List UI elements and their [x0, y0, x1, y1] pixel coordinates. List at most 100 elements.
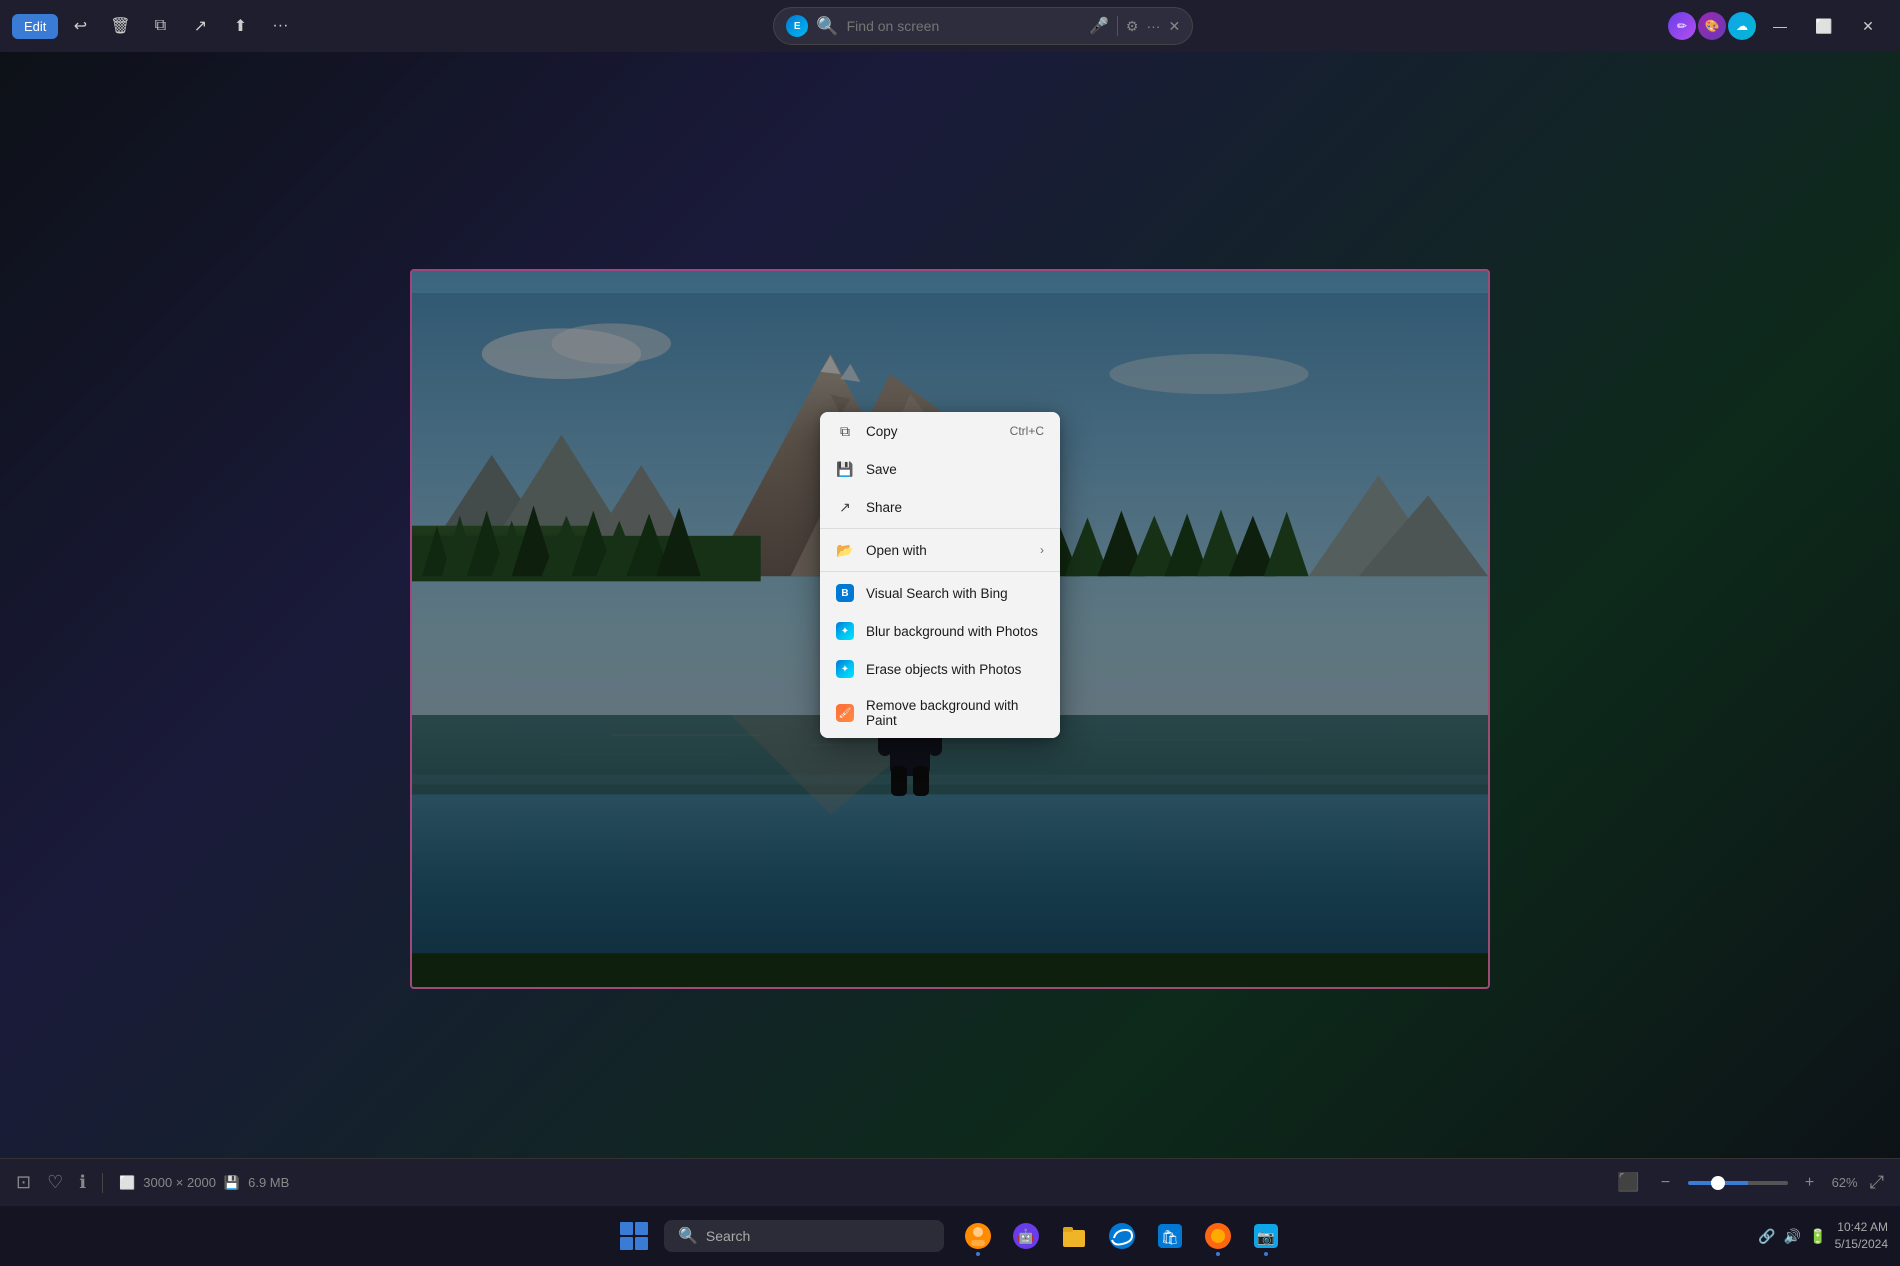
undo-button[interactable]: ↩	[62, 8, 98, 44]
more-button[interactable]: ···	[262, 8, 298, 44]
tb-right-icons: ✏ 🎨 ☁	[1668, 12, 1756, 40]
main-area: ⧉ Copy Ctrl+C 💾 Save ↗ Share 📂 Open with…	[0, 52, 1900, 1206]
title-bar-right: ✏ 🎨 ☁ — ⬜ ✕	[1668, 8, 1888, 44]
zoom-level: 62%	[1832, 1175, 1858, 1190]
filesize-icon: 💾	[224, 1175, 240, 1191]
win-quad-4	[635, 1237, 648, 1250]
palette-icon: 🎨	[1698, 12, 1726, 40]
taskbar-app-news[interactable]	[956, 1214, 1000, 1258]
taskbar-app-store[interactable]: 🛍	[1148, 1214, 1192, 1258]
open-with-menu-item[interactable]: 📂 Open with ›	[820, 531, 1060, 569]
search-extra: ⚙ ··· ✕	[1126, 18, 1180, 35]
blur-bg-label: Blur background with Photos	[866, 624, 1038, 639]
erase-objects-menu-item[interactable]: ✦ Erase objects with Photos	[820, 650, 1060, 688]
share-menu-item[interactable]: ↗ Share	[820, 488, 1060, 526]
taskbar-app-photos[interactable]: 📷	[1244, 1214, 1288, 1258]
dimensions-icon: ⬜	[119, 1175, 135, 1191]
news-app-icon	[964, 1222, 992, 1250]
mic-icon[interactable]: 🎤	[1089, 16, 1109, 36]
save-menu-item[interactable]: 💾 Save	[820, 450, 1060, 488]
erase-objects-label: Erase objects with Photos	[866, 662, 1021, 677]
app-logo: E	[786, 15, 808, 37]
browser-app-icon	[1204, 1222, 1232, 1250]
photos-app-icon: 📷	[1252, 1222, 1280, 1250]
share-label: Share	[866, 500, 902, 515]
time-display: 10:42 AM	[1835, 1219, 1888, 1236]
remove-bg-menu-item[interactable]: 🖌 Remove background with Paint	[820, 688, 1060, 738]
battery-icon[interactable]: 🔋	[1809, 1228, 1826, 1245]
more-search-icon[interactable]: ···	[1146, 18, 1160, 34]
taskbar-search[interactable]: 🔍 Search	[664, 1220, 944, 1252]
zoom-out-button[interactable]: −	[1652, 1169, 1680, 1197]
bing-icon: B	[836, 584, 854, 602]
blur-bg-menu-item[interactable]: ✦ Blur background with Photos	[820, 612, 1060, 650]
taskbar-search-icon: 🔍	[678, 1226, 698, 1246]
fit-button[interactable]: ⤢	[1870, 1172, 1884, 1193]
status-left: ⊡ ♡ ℹ ⬜ 3000 × 2000 💾 6.9 MB	[16, 1172, 1617, 1193]
visual-search-label: Visual Search with Bing	[866, 586, 1008, 601]
close-button[interactable]: ✕	[1848, 8, 1888, 44]
sound-icon[interactable]: 🔊	[1784, 1228, 1801, 1245]
taskbar-app-edge[interactable]	[1100, 1214, 1144, 1258]
copy-menu-item[interactable]: ⧉ Copy Ctrl+C	[820, 412, 1060, 450]
save-button[interactable]: ⬆	[222, 8, 258, 44]
win-quad-3	[620, 1237, 633, 1250]
status-right: ⬛ − + 62% ⤢	[1617, 1169, 1884, 1197]
minimize-button[interactable]: —	[1760, 8, 1800, 44]
separator-1	[820, 528, 1060, 529]
visual-search-menu-item[interactable]: B Visual Search with Bing	[820, 574, 1060, 612]
separator-2	[820, 571, 1060, 572]
favorite-button[interactable]: ♡	[47, 1172, 63, 1193]
lake-svg	[412, 715, 1488, 987]
save-icon: 💾	[836, 460, 854, 478]
copy-button[interactable]: ⧉	[142, 8, 178, 44]
svg-text:📷: 📷	[1257, 1229, 1274, 1246]
maximize-button[interactable]: ⬜	[1804, 8, 1844, 44]
title-bar-left: Edit ↩ 🗑 ⧉ ↗ ⬆ ···	[12, 8, 298, 44]
title-bar-center: E 🔍 🎤 ⚙ ··· ✕	[298, 7, 1668, 45]
zoom-in-button[interactable]: +	[1796, 1169, 1824, 1197]
lake-area	[412, 715, 1488, 987]
taskbar-app-ai[interactable]: 🤖	[1004, 1214, 1048, 1258]
photo-dimensions: 3000 × 2000	[143, 1175, 216, 1190]
screen-icon[interactable]: ⬛	[1617, 1172, 1639, 1193]
win-quad-1	[620, 1222, 633, 1235]
arrow-icon: ›	[1040, 543, 1044, 557]
zoom-slider[interactable]	[1688, 1181, 1788, 1185]
windows-logo	[620, 1222, 648, 1250]
search-input[interactable]	[847, 18, 1081, 34]
taskbar-app-files[interactable]	[1052, 1214, 1096, 1258]
divider	[1117, 16, 1118, 36]
taskbar-time[interactable]: 10:42 AM 5/15/2024	[1835, 1219, 1888, 1253]
delete-button[interactable]: 🗑	[102, 8, 138, 44]
taskbar-right: 🔗 🔊 🔋 10:42 AM 5/15/2024	[1758, 1219, 1888, 1253]
open-with-icon: 📂	[836, 541, 854, 559]
copy-label: Copy	[866, 424, 898, 439]
save-label: Save	[866, 462, 897, 477]
taskbar-search-text: Search	[706, 1228, 750, 1244]
start-button[interactable]	[612, 1214, 656, 1258]
photos-erase-icon: ✦	[836, 660, 854, 678]
edit-icon: ✏	[1668, 12, 1696, 40]
status-bar: ⊡ ♡ ℹ ⬜ 3000 × 2000 💾 6.9 MB ⬛ − + 62% ⤢	[0, 1158, 1900, 1206]
store-app-icon: 🛍	[1156, 1222, 1184, 1250]
taskbar-app-browser[interactable]	[1196, 1214, 1240, 1258]
edge-app-icon	[1108, 1222, 1136, 1250]
network-icon[interactable]: 🔗	[1758, 1228, 1775, 1245]
thumbnail-view-button[interactable]: ⊡	[16, 1172, 31, 1193]
edit-button[interactable]: Edit	[12, 14, 58, 39]
search-bar[interactable]: E 🔍 🎤 ⚙ ··· ✕	[773, 7, 1193, 45]
info-button[interactable]: ℹ	[79, 1172, 86, 1193]
svg-text:🛍: 🛍	[1161, 1229, 1179, 1245]
open-with-label: Open with	[866, 543, 927, 558]
photo-filesize: 6.9 MB	[248, 1175, 289, 1190]
app-indicator-3	[1264, 1252, 1268, 1256]
share-icon: ↗	[836, 498, 854, 516]
share-button[interactable]: ↗	[182, 8, 218, 44]
app-indicator-2	[1216, 1252, 1220, 1256]
photos-blur-icon: ✦	[836, 622, 854, 640]
copy-icon: ⧉	[836, 422, 854, 440]
close-search-icon[interactable]: ✕	[1168, 18, 1180, 35]
settings-icon[interactable]: ⚙	[1126, 18, 1139, 35]
title-bar: Edit ↩ 🗑 ⧉ ↗ ⬆ ··· E 🔍 🎤 ⚙ ··· ✕ ✏ 🎨 ☁ —…	[0, 0, 1900, 52]
